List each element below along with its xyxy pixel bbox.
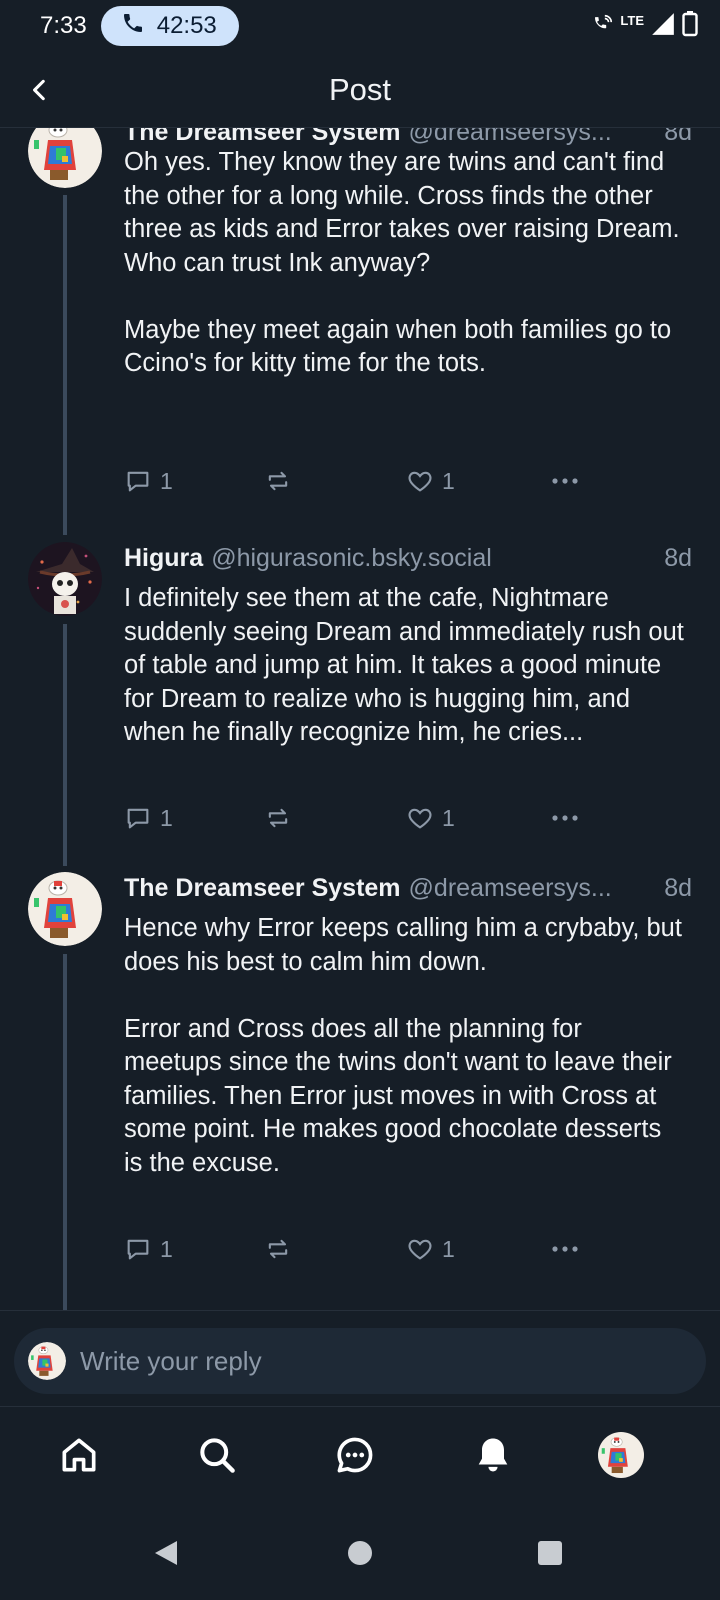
battery-icon bbox=[682, 10, 698, 42]
chat-icon bbox=[337, 1437, 373, 1473]
reply-input[interactable]: Write your reply bbox=[14, 1328, 706, 1394]
post-time: 8d bbox=[664, 543, 692, 572]
post-text: Hence why Error keeps calling him a cryb… bbox=[124, 914, 682, 1177]
post-actions: 1 1 bbox=[124, 801, 604, 835]
more-options-button[interactable] bbox=[548, 801, 582, 835]
like-count: 1 bbox=[442, 467, 455, 494]
ellipsis-icon bbox=[552, 478, 578, 484]
status-time: 7:33 bbox=[40, 12, 87, 39]
more-options-button[interactable] bbox=[548, 464, 582, 498]
avatar[interactable] bbox=[28, 872, 102, 946]
thread-feed[interactable]: The Dreamseer System @dreamseersys... 8d… bbox=[0, 128, 720, 1310]
repost-button[interactable] bbox=[264, 801, 292, 835]
ellipsis-icon bbox=[552, 1246, 578, 1252]
post-text: I definitely see them at the cafe, Night… bbox=[124, 584, 684, 746]
reply-placeholder: Write your reply bbox=[80, 1345, 262, 1376]
status-icons: LTE bbox=[592, 10, 698, 42]
like-count: 1 bbox=[442, 804, 455, 831]
heart-icon bbox=[408, 471, 432, 492]
reply-button[interactable]: 1 bbox=[124, 464, 173, 498]
author-name[interactable]: The Dreamseer System bbox=[124, 128, 401, 147]
system-nav-bar bbox=[0, 1507, 720, 1600]
like-button[interactable]: 1 bbox=[406, 801, 455, 835]
post-meta: The Dreamseer System @dreamseersys... 8d bbox=[124, 128, 692, 148]
call-timer: 42:53 bbox=[156, 12, 217, 39]
like-button[interactable]: 1 bbox=[406, 1232, 455, 1266]
phone-icon bbox=[121, 11, 145, 42]
like-count: 1 bbox=[442, 1235, 455, 1262]
repost-icon bbox=[268, 1239, 288, 1259]
back-triangle-icon bbox=[155, 1541, 177, 1565]
more-options-button[interactable] bbox=[548, 1232, 582, 1266]
post-time: 8d bbox=[664, 873, 692, 902]
avatar bbox=[28, 1342, 66, 1380]
thread-post[interactable]: The Dreamseer System @dreamseersys... 8d… bbox=[0, 868, 720, 1310]
chevron-left-icon bbox=[33, 79, 45, 101]
thread-line bbox=[63, 954, 67, 1310]
author-handle[interactable]: @dreamseersys... bbox=[409, 128, 657, 147]
network-type: LTE bbox=[620, 12, 644, 28]
nav-recents-button[interactable] bbox=[534, 1537, 566, 1569]
ellipsis-icon bbox=[552, 815, 578, 821]
tab-home[interactable] bbox=[55, 1431, 103, 1479]
avatar[interactable] bbox=[28, 542, 102, 616]
post-meta: The Dreamseer System @dreamseersys... 8d bbox=[124, 872, 692, 904]
author-name[interactable]: Higura bbox=[124, 544, 203, 573]
reply-count: 1 bbox=[160, 804, 173, 831]
tab-search[interactable] bbox=[193, 1431, 241, 1479]
like-button[interactable]: 1 bbox=[406, 464, 455, 498]
repost-icon bbox=[268, 808, 288, 828]
author-handle[interactable]: @higurasonic.bsky.social bbox=[211, 544, 656, 573]
search-icon bbox=[200, 1438, 235, 1473]
back-button[interactable] bbox=[22, 72, 58, 108]
thread-post[interactable]: Higura @higurasonic.bsky.social 8d I def… bbox=[0, 538, 720, 868]
page-title: Post bbox=[328, 71, 392, 107]
signal-icon bbox=[650, 11, 676, 42]
nav-back-button[interactable] bbox=[150, 1537, 182, 1569]
post-time: 8d bbox=[664, 128, 692, 146]
wifi-calling-icon bbox=[592, 13, 614, 40]
nav-home-button[interactable] bbox=[344, 1537, 376, 1569]
tab-notifications[interactable] bbox=[469, 1431, 517, 1479]
heart-icon bbox=[408, 1239, 432, 1260]
repost-button[interactable] bbox=[264, 464, 292, 498]
thread-line bbox=[63, 624, 67, 866]
profile-avatar bbox=[598, 1432, 644, 1478]
ongoing-call-pill[interactable]: 42:53 bbox=[100, 6, 239, 46]
reply-icon bbox=[127, 808, 149, 829]
home-circle-icon bbox=[348, 1541, 372, 1565]
repost-icon bbox=[268, 471, 288, 491]
post-meta: Higura @higurasonic.bsky.social 8d bbox=[124, 542, 692, 574]
status-bar: 7:33 42:53 LTE bbox=[0, 0, 720, 52]
home-icon bbox=[62, 1438, 96, 1472]
heart-icon bbox=[408, 808, 432, 829]
post-actions: 1 1 bbox=[124, 464, 604, 498]
thread-post[interactable]: The Dreamseer System @dreamseersys... 8d… bbox=[0, 128, 720, 538]
avatar[interactable] bbox=[28, 128, 102, 188]
bell-icon bbox=[478, 1438, 508, 1472]
post-actions: 1 1 bbox=[124, 1232, 604, 1266]
thread-line bbox=[63, 195, 67, 535]
bottom-tab-bar bbox=[0, 1407, 720, 1507]
tab-chat[interactable] bbox=[331, 1431, 379, 1479]
recents-square-icon bbox=[538, 1541, 562, 1565]
reply-icon bbox=[127, 471, 149, 492]
repost-button[interactable] bbox=[264, 1232, 292, 1266]
reply-count: 1 bbox=[160, 1235, 173, 1262]
tab-profile[interactable] bbox=[597, 1431, 645, 1479]
reply-icon bbox=[127, 1239, 149, 1260]
reply-button[interactable]: 1 bbox=[124, 1232, 173, 1266]
reply-count: 1 bbox=[160, 467, 173, 494]
author-name[interactable]: The Dreamseer System bbox=[124, 874, 401, 903]
post-header: Post bbox=[0, 52, 720, 128]
reply-button[interactable]: 1 bbox=[124, 801, 173, 835]
post-text: Oh yes. They know they are twins and can… bbox=[124, 148, 680, 377]
author-handle[interactable]: @dreamseersys... bbox=[409, 874, 657, 903]
reply-bar: Write your reply bbox=[0, 1310, 720, 1407]
